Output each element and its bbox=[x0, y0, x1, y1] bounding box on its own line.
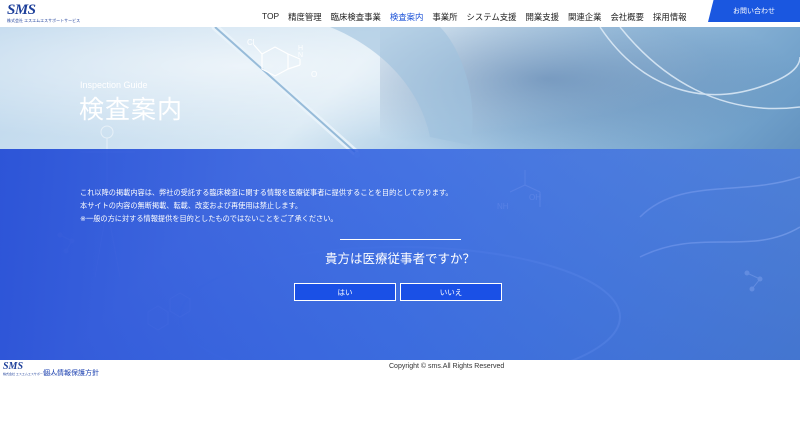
question-divider bbox=[340, 239, 461, 240]
nav-inspection-guide[interactable]: 検査案内 bbox=[390, 11, 424, 23]
site-header: SMS 株式会社 エスエムエスサポートサービス TOP 精度管理 臨床検査事業 … bbox=[0, 0, 800, 27]
page-title: 検査案内 bbox=[79, 95, 184, 124]
page-eyebrow: Inspection Guide bbox=[80, 80, 148, 90]
logo-text: SMS bbox=[7, 2, 36, 18]
copyright-text: Copyright © sms.All Rights Reserved bbox=[389, 363, 505, 370]
yes-button[interactable]: はい bbox=[294, 283, 396, 301]
intro-line: 本サイトの内容の無断掲載、転載、改変および再使用は禁止します。 bbox=[80, 201, 303, 210]
site-footer: SMS 株式会社 エスエムエスサポートサービス 個人情報保護方針 Copyrig… bbox=[0, 360, 800, 428]
nav-related-companies[interactable]: 関連企業 bbox=[568, 11, 602, 23]
molecule-cl-label: Cl bbox=[247, 38, 255, 47]
nav-quality-control[interactable]: 精度管理 bbox=[288, 11, 322, 23]
intro-text: これ以降の掲載内容は、弊社の受託する臨床検査に関する情報を医療従事者に提供するこ… bbox=[80, 186, 540, 225]
main-nav: TOP 精度管理 臨床検査事業 検査案内 事業所 システム支援 開業支援 関連企… bbox=[262, 11, 695, 23]
privacy-policy-link[interactable]: 個人情報保護方針 bbox=[43, 368, 99, 378]
company-logo[interactable]: SMS 株式会社 エスエムエスサポートサービス bbox=[7, 2, 80, 25]
nav-offices[interactable]: 事業所 bbox=[432, 11, 457, 23]
nav-clinical-testing[interactable]: 臨床検査事業 bbox=[331, 11, 381, 23]
contact-button[interactable]: お問い合わせ bbox=[708, 0, 800, 22]
no-button[interactable]: いいえ bbox=[400, 283, 502, 301]
nav-opening-support[interactable]: 開業支援 bbox=[525, 11, 559, 23]
hero-section: Cl N H O Inspection Guide 検査案内 これ以降の掲載内容… bbox=[0, 27, 800, 360]
molecule-o-label: O bbox=[311, 70, 317, 79]
molecule-n-label: N bbox=[298, 52, 303, 59]
intro-line: これ以降の掲載内容は、弊社の受託する臨床検査に関する情報を医療従事者に提供するこ… bbox=[80, 188, 453, 197]
pipette-icon bbox=[211, 27, 360, 158]
nav-top[interactable]: TOP bbox=[262, 11, 279, 23]
nav-system-support[interactable]: システム支援 bbox=[466, 11, 516, 23]
nav-recruitment[interactable]: 採用情報 bbox=[653, 11, 687, 23]
nav-company-profile[interactable]: 会社概要 bbox=[610, 11, 644, 23]
medical-professional-question: 貴方は医療従事者ですか？ bbox=[324, 251, 475, 266]
page: SMS 株式会社 エスエムエスサポートサービス TOP 精度管理 臨床検査事業 … bbox=[0, 0, 800, 428]
intro-line: ※一般の方に対する情報提供を目的としたものではないことをご了承ください。 bbox=[80, 214, 338, 223]
logo-subtext: 株式会社 エスエムエスサポートサービス bbox=[7, 18, 81, 23]
molecule-h-label: H bbox=[298, 45, 303, 52]
glove-hand-shape bbox=[330, 27, 473, 145]
